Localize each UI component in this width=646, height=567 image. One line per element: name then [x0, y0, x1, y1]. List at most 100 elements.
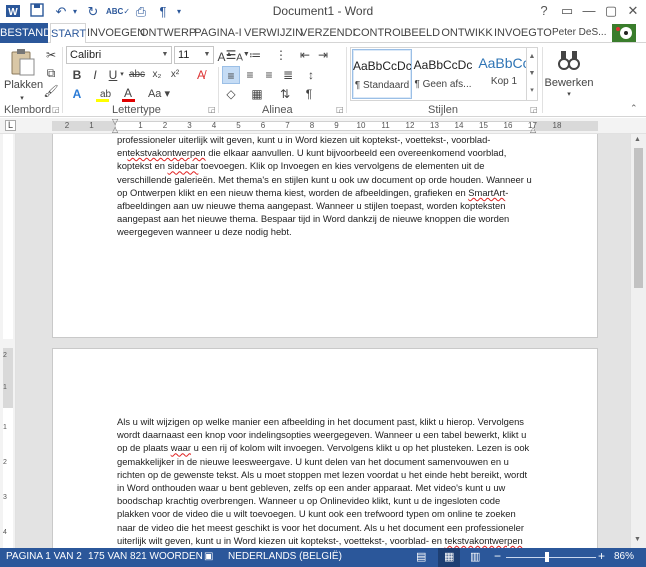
- vruler-number: 2: [3, 352, 7, 359]
- scroll-up-icon[interactable]: ▲: [634, 136, 641, 143]
- strikethrough-icon[interactable]: abc: [128, 66, 146, 84]
- style-item-heading1[interactable]: AaBbCc Kop 1: [474, 49, 534, 99]
- ribbon: Plakken ▾ ✂ ⧉ 🖌 Klembord ◲ Calibri ▼ 11 ▼ …: [0, 43, 646, 117]
- ruler-number: 8: [309, 121, 315, 130]
- font-name-combo[interactable]: Calibri ▼: [66, 46, 172, 64]
- zoom-in-icon[interactable]: +: [598, 549, 605, 563]
- align-center-icon[interactable]: ≡: [241, 66, 259, 84]
- zoom-slider[interactable]: [506, 557, 596, 558]
- status-words[interactable]: 175 VAN 821 WOORDEN: [88, 551, 203, 562]
- close-icon[interactable]: ✕: [622, 2, 644, 20]
- font-launcher-icon[interactable]: ◲: [208, 105, 216, 114]
- binoculars-icon[interactable]: [556, 47, 582, 73]
- user-name[interactable]: Peter DeS...: [552, 23, 606, 43]
- tab-references[interactable]: VERWIJZIN: [244, 23, 303, 43]
- tab-review[interactable]: CONTROL: [353, 23, 407, 43]
- editing-dropdown-icon[interactable]: ▾: [563, 87, 575, 103]
- status-language[interactable]: NEDERLANDS (BELGIË): [228, 551, 342, 562]
- tab-addins[interactable]: INVOEGTO: [494, 23, 552, 43]
- status-page[interactable]: PAGINA 1 VAN 2: [6, 551, 82, 562]
- cut-icon[interactable]: ✂: [42, 46, 60, 64]
- format-painter-icon[interactable]: 🖌: [42, 82, 60, 100]
- justify-icon[interactable]: ≣: [279, 66, 297, 84]
- tab-view[interactable]: BEELD: [404, 23, 440, 43]
- style-item-standard[interactable]: AaBbCcDc ¶ Standaard: [352, 49, 412, 99]
- bullets-icon[interactable]: ☰: [222, 46, 240, 64]
- minimize-icon[interactable]: —: [578, 2, 600, 20]
- styles-scroll[interactable]: ▲ ▼ ▾: [526, 47, 538, 101]
- superscript-icon[interactable]: x²: [166, 66, 184, 84]
- copy-icon[interactable]: ⧉: [42, 64, 60, 82]
- ribbon-display-options-icon[interactable]: ▭: [556, 2, 578, 20]
- misspelled-word[interactable]: SmartArt: [468, 187, 505, 198]
- ruler-number: 4: [211, 121, 217, 130]
- zoom-out-icon[interactable]: −: [494, 549, 501, 563]
- line-spacing-icon[interactable]: ↕: [302, 66, 320, 84]
- group-separator: [346, 47, 347, 113]
- scroll-thumb[interactable]: [634, 148, 643, 288]
- tab-developer[interactable]: ONTWIKK: [441, 23, 493, 43]
- paragraph-launcher-icon[interactable]: ◲: [336, 105, 344, 114]
- right-indent-icon[interactable]: △: [530, 126, 536, 134]
- scroll-down-icon[interactable]: ▼: [634, 536, 641, 543]
- tab-file[interactable]: BESTAND: [0, 23, 51, 43]
- multilevel-list-icon[interactable]: ⋮: [272, 46, 290, 64]
- hanging-indent-icon[interactable]: △: [112, 126, 118, 134]
- page1-text[interactable]: professioneler uiterlijk wilt geven, kun…: [117, 134, 535, 239]
- collapse-ribbon-icon[interactable]: ⌃: [630, 103, 638, 114]
- align-right-icon[interactable]: ≡: [260, 66, 278, 84]
- increase-indent-icon[interactable]: ⇥: [314, 46, 332, 64]
- shading-icon[interactable]: ◇: [222, 85, 240, 103]
- read-mode-icon[interactable]: ▤: [416, 550, 426, 563]
- clipboard-launcher-icon[interactable]: ◲: [52, 105, 60, 114]
- print-layout-icon[interactable]: ▦: [444, 550, 454, 563]
- underline-dropdown-icon[interactable]: ▾: [118, 66, 126, 84]
- decrease-indent-icon[interactable]: ⇤: [296, 46, 314, 64]
- styles-launcher-icon[interactable]: ◲: [530, 105, 538, 114]
- show-formatting-icon[interactable]: ¶: [300, 85, 318, 103]
- align-left-icon[interactable]: ≡: [222, 66, 240, 84]
- sort-icon[interactable]: ⇅: [276, 85, 294, 103]
- zoom-slider-thumb[interactable]: [545, 552, 549, 562]
- tab-layout[interactable]: PAGINA-I: [193, 23, 243, 43]
- tab-insert[interactable]: INVOEGEN: [87, 23, 145, 43]
- style-item-no-spacing[interactable]: AaBbCcDc ¶ Geen afs...: [413, 49, 473, 99]
- ruler-number: 3: [187, 121, 192, 130]
- paste-icon[interactable]: [8, 47, 38, 77]
- tab-selector-icon[interactable]: L: [5, 120, 16, 131]
- ruler-number: 2: [162, 121, 168, 130]
- misspelled-word[interactable]: sidebar: [168, 160, 199, 171]
- vertical-scrollbar[interactable]: ▲ ▼: [630, 134, 646, 548]
- clear-formatting-icon[interactable]: A̸: [192, 66, 210, 84]
- text-effects-icon[interactable]: A: [68, 85, 86, 103]
- chevron-down-icon[interactable]: ▼: [201, 47, 213, 63]
- web-layout-icon[interactable]: ▥: [470, 550, 480, 563]
- group-label-font: Lettertype: [112, 104, 161, 116]
- tab-home[interactable]: START: [50, 23, 86, 44]
- change-case-icon[interactable]: Aa ▾: [146, 85, 172, 103]
- tab-design[interactable]: ONTWERP: [140, 23, 196, 43]
- numbering-icon[interactable]: ≔: [246, 46, 264, 64]
- highlight-icon[interactable]: ab: [94, 85, 112, 103]
- ruler-number: 2: [64, 121, 70, 130]
- page2-text[interactable]: Als u wilt wijzigen op welke manier een …: [117, 415, 535, 548]
- restore-icon[interactable]: ▢: [600, 2, 622, 20]
- vruler-page1: [3, 134, 13, 339]
- change-case-glyph: Aa: [147, 88, 162, 100]
- font-size-combo[interactable]: 11 ▼: [174, 46, 214, 64]
- italic-icon[interactable]: I: [86, 66, 104, 84]
- misspelled-word[interactable]: waar: [171, 442, 191, 453]
- tab-mailings[interactable]: VERZENDI: [300, 23, 356, 43]
- bold-icon[interactable]: B: [68, 66, 86, 84]
- user-avatar[interactable]: [612, 24, 636, 42]
- font-color-icon[interactable]: A: [120, 85, 138, 103]
- borders-icon[interactable]: ▦: [248, 85, 266, 103]
- chevron-down-icon[interactable]: ▼: [159, 47, 171, 63]
- misspelled-word[interactable]: tekstvakontwerpen: [445, 535, 523, 546]
- proofing-icon[interactable]: ▣: [204, 551, 213, 562]
- subscript-icon[interactable]: x₂: [148, 66, 166, 84]
- zoom-level[interactable]: 86%: [614, 551, 634, 562]
- help-icon[interactable]: ?: [533, 2, 555, 20]
- group-label-styles: Stijlen: [428, 104, 458, 116]
- misspelled-word[interactable]: tekstvakontwerpen: [127, 147, 205, 158]
